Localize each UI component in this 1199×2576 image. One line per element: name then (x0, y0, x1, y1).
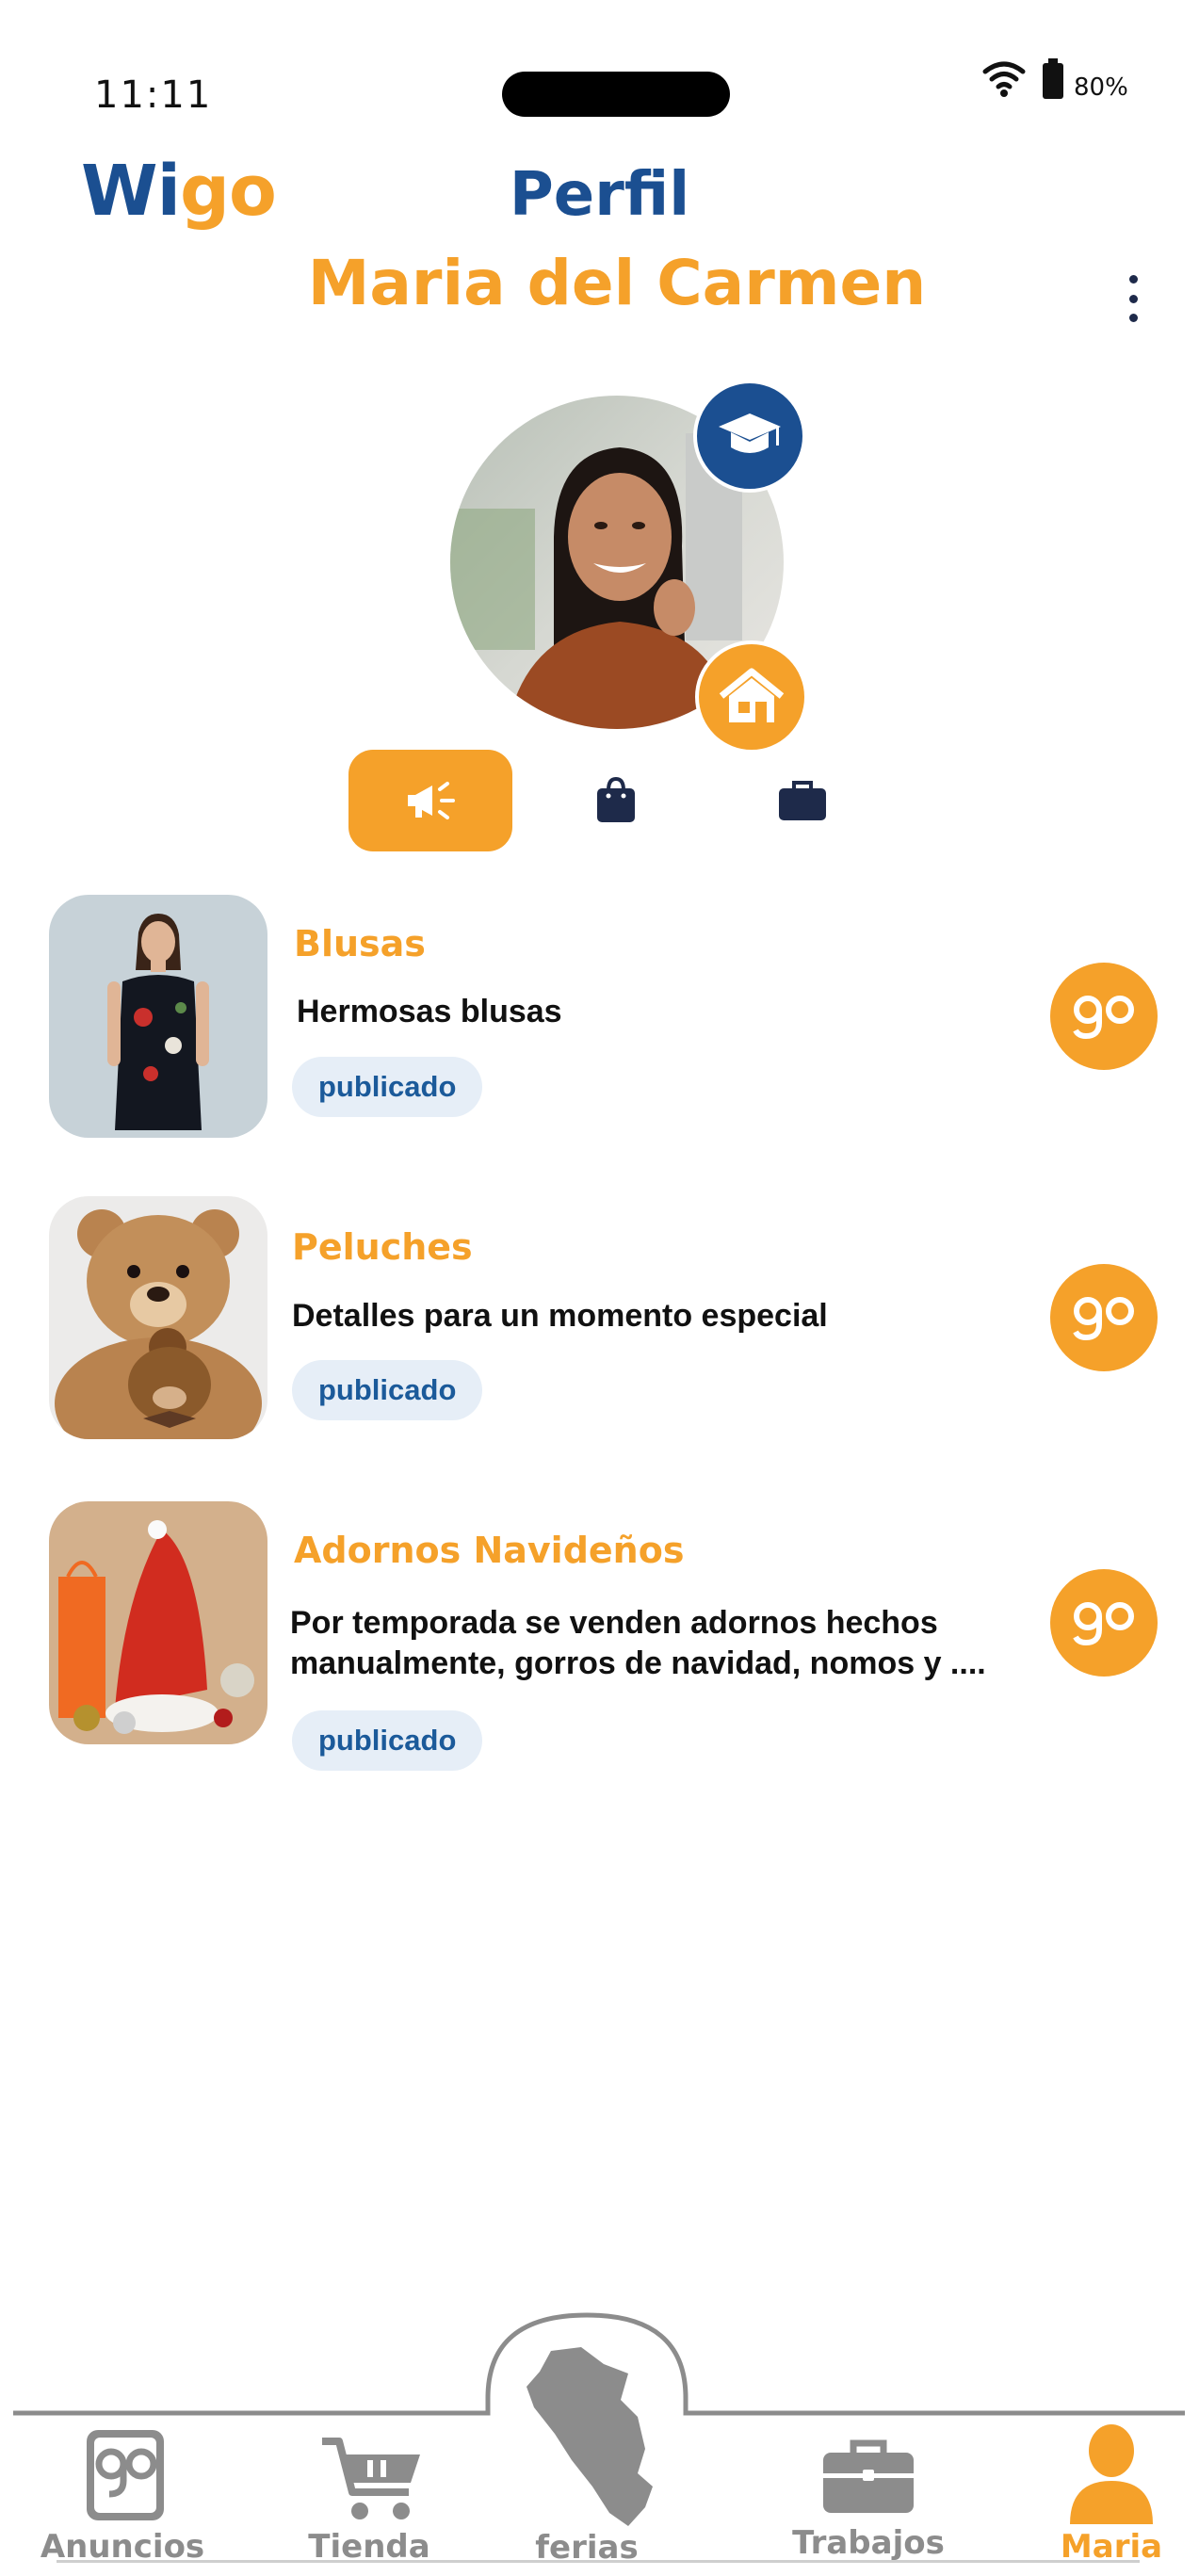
listing-description: Por temporada se venden adornos hechos m… (290, 1605, 986, 1681)
profile-name: Maria del Carmen (307, 247, 927, 319)
battery-percent: 80% (1074, 73, 1128, 102)
listing-description: Hermosas blusas (297, 994, 562, 1029)
nav-item-ferias[interactable]: ferias (474, 2336, 700, 2567)
go-button[interactable] (1050, 1569, 1158, 1677)
tab-jobs[interactable] (774, 772, 831, 829)
cart-icon (322, 2438, 420, 2519)
nav-item-tienda[interactable]: Tienda (256, 2422, 482, 2566)
nav-label: Anuncios (40, 2528, 205, 2566)
nav-label: Tienda (308, 2528, 430, 2566)
go-icon (1073, 996, 1134, 1040)
battery-icon (1043, 58, 1063, 99)
briefcase-icon (823, 2439, 914, 2513)
shopping-bag-icon (597, 777, 635, 822)
user-icon (1070, 2424, 1153, 2524)
graduation-cap-icon (719, 413, 781, 453)
listing-title[interactable]: Adornos Navideños (294, 1530, 684, 1571)
more-options-icon[interactable] (1119, 275, 1147, 322)
house-icon (719, 668, 785, 722)
nav-label: ferias (535, 2529, 639, 2567)
nav-item-anuncios[interactable]: Anuncios (9, 2422, 235, 2566)
education-badge[interactable] (693, 380, 806, 493)
wifi-icon (982, 61, 1026, 97)
status-badge: publicado (292, 1057, 483, 1117)
go-button[interactable] (1050, 963, 1158, 1070)
listing-title[interactable]: Peluches (292, 1226, 473, 1268)
go-icon (1073, 1297, 1134, 1341)
tab-ads[interactable] (348, 750, 512, 851)
briefcase-icon (779, 781, 826, 820)
camera-notch (502, 72, 730, 117)
listing-image-adornos[interactable] (49, 1501, 267, 1744)
nav-item-maria[interactable]: Maria (998, 2422, 1199, 2566)
megaphone-icon (408, 782, 455, 819)
nav-label: Trabajos (792, 2524, 945, 2562)
status-badge: publicado (292, 1360, 483, 1420)
listing-image-peluches[interactable] (49, 1196, 267, 1439)
peru-map-icon (527, 2347, 653, 2526)
page-title: Perfil (509, 160, 690, 230)
listing-title[interactable]: Blusas (294, 923, 426, 964)
go-icon (87, 2430, 164, 2520)
tab-store[interactable] (588, 772, 644, 829)
nav-item-trabajos[interactable]: Trabajos (755, 2422, 981, 2564)
go-button[interactable] (1050, 1264, 1158, 1371)
home-badge[interactable] (695, 640, 808, 753)
nav-label: Maria (1060, 2528, 1163, 2566)
status-time: 11:11 (94, 73, 213, 117)
listing-description: Detalles para un momento especial (292, 1298, 828, 1334)
status-badge: publicado (292, 1710, 483, 1771)
listing-image-blusas[interactable] (49, 895, 267, 1138)
go-icon (1073, 1602, 1134, 1646)
